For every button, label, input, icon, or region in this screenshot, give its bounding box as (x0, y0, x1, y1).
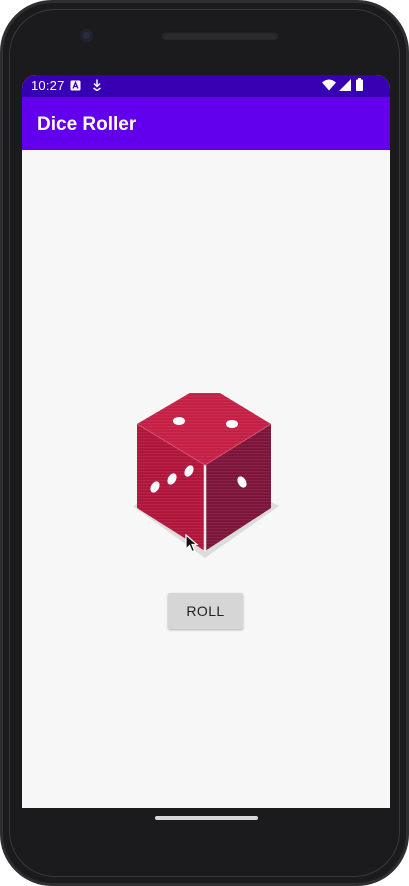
dice-pip (173, 417, 185, 425)
battery-icon (356, 78, 363, 94)
roll-button[interactable]: ROLL (168, 593, 243, 629)
earpiece-speaker (161, 31, 279, 40)
dice-pip (226, 420, 238, 428)
phone-frame: 10:27 Dice Roller ROLL (0, 0, 409, 886)
status-time: 10:27 (31, 78, 65, 93)
signal-icon (339, 79, 351, 94)
wifi-icon (322, 79, 336, 94)
main-content: ROLL (22, 150, 390, 808)
app-title: Dice Roller (37, 114, 137, 135)
front-camera (80, 29, 93, 42)
download-icon (92, 79, 102, 94)
dice-image (129, 384, 281, 561)
home-gesture-bar[interactable] (155, 816, 258, 820)
status-bar: 10:27 (22, 75, 390, 97)
app-bar: Dice Roller (22, 97, 390, 150)
a-notification-icon (70, 79, 81, 94)
screen: 10:27 Dice Roller ROLL (22, 75, 390, 808)
